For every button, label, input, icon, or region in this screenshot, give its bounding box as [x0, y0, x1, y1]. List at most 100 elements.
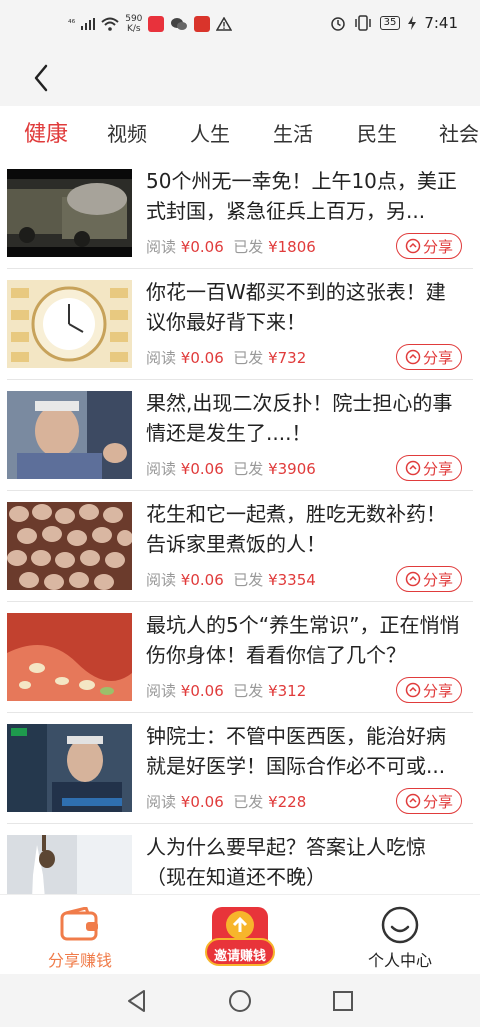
article-item[interactable]: 花生和它一起煮，胜吃无数补药！告诉家里煮饭的人！ 阅读 ¥0.06 已发 ¥33…	[0, 491, 480, 602]
article-meta: 阅读 ¥0.06 已发 ¥3354	[146, 569, 316, 590]
top-header	[0, 52, 480, 106]
net-speed-unit: K/s	[127, 24, 141, 34]
nav-share-earn[interactable]: 分享赚钱	[10, 895, 150, 975]
article-item[interactable]: 最坑人的5个“养生常识”，正在悄悄伤你身体！看看你信了几个？ 阅读 ¥0.06 …	[0, 602, 480, 713]
tab-livelihood[interactable]: 民生	[357, 118, 397, 147]
clock-time: 7:41	[424, 14, 458, 32]
article-title[interactable]: 50个州无一幸免！上午10点，美正式封国，紧急征兵上百万，另...	[146, 166, 464, 226]
article-thumbnail	[7, 391, 132, 479]
article-meta: 阅读 ¥0.06 已发 ¥732	[146, 347, 306, 368]
article-title[interactable]: 果然,出现二次反扑！院士担心的事情还是发生了....！	[146, 388, 464, 448]
warning-icon	[216, 17, 233, 31]
share-label: 分享	[422, 570, 453, 589]
smiley-icon	[381, 906, 419, 944]
read-price: ¥0.06	[180, 238, 224, 256]
read-price: ¥0.06	[180, 793, 224, 811]
article-title[interactable]: 花生和它一起煮，胜吃无数补药！告诉家里煮饭的人！	[146, 499, 464, 559]
back-triangle-icon[interactable]	[124, 988, 150, 1014]
tab-health[interactable]: 健康	[24, 116, 68, 148]
share-button[interactable]: 分享	[396, 455, 462, 481]
article-title[interactable]: 你花一百W都买不到的这张表！建议你最好背下来！	[146, 277, 464, 337]
sent-amount: ¥732	[268, 349, 307, 367]
app-badge-icon	[194, 16, 211, 32]
article-meta: 阅读 ¥0.06 已发 ¥312	[146, 680, 306, 701]
article-meta: 阅读 ¥0.06 已发 ¥3906	[146, 458, 316, 479]
article-item[interactable]: 人为什么要早起？答案让人吃惊（现在知道还不晚）	[0, 824, 480, 894]
bottom-nav: 分享赚钱 邀请赚钱 个人中心	[0, 894, 480, 975]
article-thumbnail	[7, 835, 132, 894]
tab-living[interactable]: 生活	[273, 118, 313, 147]
battery-level: 35	[379, 16, 401, 30]
share-label: 分享	[422, 792, 453, 811]
recents-square-icon[interactable]	[330, 988, 356, 1014]
nav-personal-center[interactable]: 个人中心	[330, 895, 470, 975]
nav-personal-center-label: 个人中心	[367, 951, 432, 970]
back-arrow-icon[interactable]	[28, 60, 58, 96]
app-notification-icon	[148, 16, 165, 32]
nav-invite-earn[interactable]: 邀请赚钱	[170, 895, 310, 975]
read-price: ¥0.06	[180, 460, 224, 478]
article-list: 50个州无一幸免！上午10点，美正式封国，紧急征兵上百万，另... 阅读 ¥0.…	[0, 158, 480, 894]
sent-label: 已发	[233, 238, 264, 256]
share-icon	[405, 349, 421, 365]
article-item[interactable]: 你花一百W都买不到的这张表！建议你最好背下来！ 阅读 ¥0.06 已发 ¥732…	[0, 269, 480, 380]
share-button[interactable]: 分享	[396, 233, 462, 259]
share-button[interactable]: 分享	[396, 677, 462, 703]
sent-amount: ¥312	[268, 682, 307, 700]
signal-icon	[81, 18, 96, 30]
article-item[interactable]: 钟院士：不管中医西医，能治好病就是好医学！国际合作必不可或... 阅读 ¥0.0…	[0, 713, 480, 824]
share-label: 分享	[422, 681, 453, 700]
tab-society[interactable]: 社会	[439, 118, 479, 147]
read-label: 阅读	[146, 793, 177, 811]
wifi-icon	[101, 17, 119, 31]
vibrate-icon	[354, 15, 371, 31]
nav-share-earn-label: 分享赚钱	[47, 951, 112, 970]
sent-amount: ¥1806	[268, 238, 316, 256]
read-price: ¥0.06	[180, 571, 224, 589]
charging-icon	[408, 16, 417, 30]
home-circle-icon[interactable]	[227, 988, 253, 1014]
sent-label: 已发	[233, 793, 264, 811]
share-label: 分享	[422, 237, 453, 256]
article-thumbnail	[7, 280, 132, 368]
status-bar: ⁴⁶ 590 K/s 35 7:41	[0, 0, 480, 52]
article-title[interactable]: 最坑人的5个“养生常识”，正在悄悄伤你身体！看看你信了几个？	[146, 610, 464, 670]
read-label: 阅读	[146, 238, 177, 256]
signal-type-text: ⁴⁶	[68, 19, 76, 29]
read-label: 阅读	[146, 682, 177, 700]
wallet-icon	[60, 907, 98, 941]
sent-amount: ¥3906	[268, 460, 316, 478]
share-button[interactable]: 分享	[396, 344, 462, 370]
net-speed-value: 590	[125, 14, 143, 24]
share-icon	[405, 460, 421, 476]
system-nav-bar	[0, 974, 480, 1027]
article-thumbnail	[7, 724, 132, 812]
article-title[interactable]: 人为什么要早起？答案让人吃惊（现在知道还不晚）	[146, 832, 464, 892]
sent-label: 已发	[233, 571, 264, 589]
article-thumbnail	[7, 502, 132, 590]
share-button[interactable]: 分享	[396, 788, 462, 814]
article-item[interactable]: 果然,出现二次反扑！院士担心的事情还是发生了....！ 阅读 ¥0.06 已发 …	[0, 380, 480, 491]
read-label: 阅读	[146, 349, 177, 367]
sent-label: 已发	[233, 349, 264, 367]
tab-life[interactable]: 人生	[190, 118, 230, 147]
read-label: 阅读	[146, 571, 177, 589]
status-right: 35 7:41	[330, 14, 458, 32]
share-icon	[405, 238, 421, 254]
share-icon	[405, 793, 421, 809]
tab-video[interactable]: 视频	[107, 118, 147, 147]
article-item[interactable]: 50个州无一幸免！上午10点，美正式封国，紧急征兵上百万，另... 阅读 ¥0.…	[0, 158, 480, 269]
share-button[interactable]: 分享	[396, 566, 462, 592]
share-icon	[405, 682, 421, 698]
share-label: 分享	[422, 348, 453, 367]
sent-label: 已发	[233, 460, 264, 478]
alarm-icon	[330, 17, 345, 31]
net-speed: 590 K/s	[125, 14, 142, 34]
sent-amount: ¥3354	[268, 571, 316, 589]
article-title[interactable]: 钟院士：不管中医西医，能治好病就是好医学！国际合作必不可或...	[146, 721, 464, 781]
status-left: ⁴⁶ 590 K/s	[68, 14, 233, 34]
sent-amount: ¥228	[268, 793, 307, 811]
article-thumbnail	[7, 169, 132, 257]
read-label: 阅读	[146, 460, 177, 478]
article-meta: 阅读 ¥0.06 已发 ¥1806	[146, 236, 316, 257]
